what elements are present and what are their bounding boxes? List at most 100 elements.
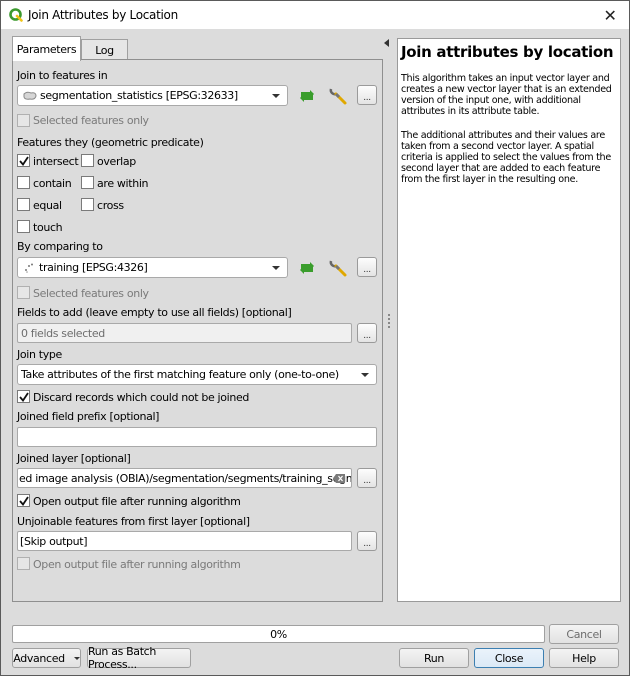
predicate-touch-label: touch (33, 221, 63, 234)
join-to-layer-value: segmentation_statistics [EPSG:32633] (40, 89, 238, 102)
compare-selected-only-label: Selected features only (33, 287, 149, 300)
dots-label: ... (363, 539, 371, 549)
dots-label: ... (363, 331, 371, 341)
checkmark-icon (18, 156, 29, 166)
help-paragraph-2: The additional attributes and their valu… (401, 130, 611, 185)
predicate-are-within-label: are within (97, 177, 149, 190)
compare-selected-only-checkbox[interactable] (17, 286, 30, 299)
unjoinable-value: [Skip output] (20, 534, 88, 548)
joined-layer-more-button[interactable]: ... (357, 468, 377, 488)
joined-layer-label: Joined layer [optional] (17, 452, 131, 465)
run-label: Run (423, 651, 445, 665)
progress-bar: 0% (12, 625, 545, 643)
unjoinable-more-button[interactable]: ... (357, 531, 377, 551)
iterate-features-button-2[interactable] (296, 257, 318, 279)
splitter-handle[interactable] (388, 314, 390, 330)
iterate-features-button[interactable] (296, 85, 318, 107)
join-to-label: Join to features in (17, 69, 108, 82)
unjoinable-input[interactable]: [Skip output] (17, 531, 352, 551)
chevron-down-icon (73, 656, 80, 660)
prefix-label: Joined field prefix [optional] (17, 410, 160, 423)
dots-label: ... (363, 93, 371, 103)
join-type-value: Take attributes of the first matching fe… (21, 368, 339, 381)
predicate-cross-label: cross (97, 199, 124, 212)
help-label: Help (572, 651, 596, 665)
refresh-icon (300, 90, 314, 102)
parameters-panel: Join to features in segmentation_statist… (12, 59, 383, 602)
fields-input[interactable]: 0 fields selected (17, 323, 352, 343)
predicate-contain-label: contain (33, 177, 72, 190)
dots-label: ... (363, 476, 371, 486)
window-title: Join Attributes by Location (28, 8, 178, 22)
close-label: Close (494, 651, 524, 665)
predicate-overlap-checkbox[interactable] (81, 154, 94, 167)
tab-log[interactable]: Log (81, 39, 128, 60)
open-output-label: Open output file after running algorithm (33, 495, 241, 508)
discard-label: Discard records which could not be joine… (33, 391, 250, 404)
join-type-combo[interactable]: Take attributes of the first matching fe… (17, 364, 377, 385)
clear-icon[interactable] (333, 474, 345, 483)
join-to-more-button[interactable]: ... (357, 85, 377, 105)
point-layer-icon (25, 263, 33, 273)
predicate-equal-checkbox[interactable] (17, 198, 30, 211)
chevron-down-icon (361, 373, 369, 377)
checkmark-icon (18, 496, 29, 506)
predicate-intersect-checkbox[interactable] (17, 154, 30, 167)
joined-layer-input[interactable]: ed image analysis (OBIA)/segmentation/se… (17, 468, 352, 488)
unjoinable-label: Unjoinable features from first layer [op… (17, 515, 250, 528)
close-button[interactable]: Close (474, 648, 544, 668)
progress-label: 0% (270, 627, 287, 641)
predicate-label: Features they (geometric predicate) (17, 136, 204, 149)
help-title: Join attributes by location (401, 43, 614, 61)
fields-value: 0 fields selected (21, 326, 105, 340)
predicate-intersect-label: intersect (33, 155, 79, 168)
chevron-down-icon (272, 94, 280, 98)
qgis-logo-icon (9, 8, 23, 22)
predicate-are-within-checkbox[interactable] (81, 176, 94, 189)
refresh-icon (300, 262, 314, 274)
tab-parameters-label: Parameters (16, 42, 77, 56)
prefix-input[interactable] (17, 427, 377, 447)
discard-checkbox[interactable] (17, 390, 30, 403)
advanced-button[interactable]: Advanced (12, 648, 81, 668)
join-to-selected-only-label: Selected features only (33, 114, 149, 127)
help-panel: Join attributes by location This algorit… (397, 38, 621, 602)
compare-more-button[interactable]: ... (357, 257, 377, 277)
batch-label: Run as Batch Process... (88, 645, 156, 671)
batch-process-button[interactable]: Run as Batch Process... (87, 645, 191, 671)
open-unjoinable-checkbox[interactable] (17, 557, 30, 570)
checkmark-icon (18, 392, 29, 402)
tab-log-label: Log (95, 43, 114, 57)
predicate-equal-label: equal (33, 199, 62, 212)
chevron-down-icon (272, 266, 280, 270)
advanced-options-button[interactable] (327, 85, 349, 107)
joined-layer-value: ed image analysis (OBIA)/segmentation/se… (19, 471, 351, 485)
open-unjoinable-label: Open output file after running algorithm (33, 558, 241, 571)
dialog-window: Join Attributes by Location ✕ Parameters… (0, 0, 630, 676)
run-button[interactable]: Run (399, 648, 469, 668)
close-icon[interactable]: ✕ (601, 6, 619, 25)
open-output-checkbox[interactable] (17, 494, 30, 507)
collapse-help-icon[interactable] (384, 39, 389, 47)
polygon-layer-icon (23, 91, 37, 100)
predicate-cross-checkbox[interactable] (81, 198, 94, 211)
compare-layer-value: training [EPSG:4326] (39, 261, 148, 274)
join-to-selected-only-checkbox[interactable] (17, 114, 30, 127)
wrench-icon (329, 88, 347, 105)
predicate-overlap-label: overlap (97, 155, 136, 168)
predicate-touch-checkbox[interactable] (17, 220, 30, 233)
join-to-layer-combo[interactable]: segmentation_statistics [EPSG:32633] (17, 85, 288, 106)
compare-layer-combo[interactable]: training [EPSG:4326] (17, 257, 288, 278)
help-button[interactable]: Help (549, 648, 619, 668)
fields-label: Fields to add (leave empty to use all fi… (17, 306, 292, 319)
compare-label: By comparing to (17, 240, 103, 253)
predicate-contain-checkbox[interactable] (17, 176, 30, 189)
join-type-label: Join type (17, 348, 62, 361)
tab-parameters[interactable]: Parameters (12, 36, 81, 61)
cancel-label: Cancel (566, 627, 602, 641)
title-bar: Join Attributes by Location ✕ (1, 1, 629, 29)
advanced-options-button-2[interactable] (327, 257, 349, 279)
fields-more-button[interactable]: ... (357, 323, 377, 343)
help-paragraph-1: This algorithm takes an input vector lay… (401, 73, 612, 117)
cancel-button[interactable]: Cancel (549, 624, 619, 644)
